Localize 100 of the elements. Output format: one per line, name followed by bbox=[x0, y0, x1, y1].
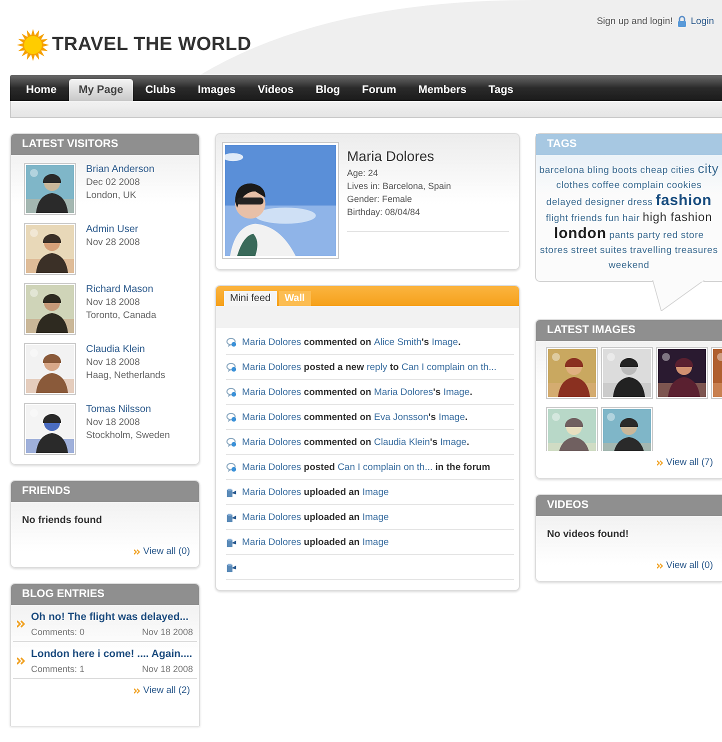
panel-title: TAGS bbox=[536, 134, 722, 155]
feed-link[interactable]: Maria Dolores bbox=[242, 436, 302, 448]
feed-link[interactable]: Maria Dolores bbox=[242, 536, 302, 548]
tag-link[interactable]: clothes bbox=[556, 180, 590, 191]
feed-link[interactable]: Maria Dolores bbox=[242, 336, 302, 348]
tag-link[interactable]: delayed bbox=[546, 197, 582, 208]
photo-upload-icon bbox=[226, 512, 237, 522]
nav-tab[interactable]: Members bbox=[408, 79, 477, 101]
tag-link[interactable]: red bbox=[663, 230, 678, 241]
feed-entry-text: Maria Dolores posted Can I complain on th... in the forum bbox=[242, 462, 490, 472]
lock-icon bbox=[676, 15, 687, 27]
tag-link[interactable]: city bbox=[698, 161, 719, 176]
blog-title-link[interactable]: London here i come! .... Again.... bbox=[31, 648, 193, 660]
chevron-icon bbox=[134, 688, 140, 694]
nav-tab[interactable]: My Page bbox=[68, 79, 134, 101]
feed-entry-text: Maria Dolores uploaded an Image bbox=[242, 486, 389, 498]
feed-entry-text: Maria Dolores posted a new reply to Can I complain on th... bbox=[242, 362, 497, 372]
comment-count: Comments: 1 bbox=[31, 664, 85, 674]
visitor-name-link[interactable]: Admin User bbox=[86, 224, 140, 235]
tag-link[interactable]: stores bbox=[540, 245, 568, 256]
nav-tab[interactable]: Videos bbox=[248, 79, 304, 101]
blog-title-link[interactable]: Oh no! The flight was delayed... bbox=[31, 611, 193, 623]
tag-link[interactable]: bling bbox=[587, 165, 610, 176]
tag-link[interactable]: coffee bbox=[592, 180, 620, 191]
feed-link[interactable]: Claudia Klein bbox=[374, 436, 430, 448]
nav-tab[interactable]: Clubs bbox=[135, 79, 186, 101]
tag-link[interactable]: hair bbox=[622, 213, 640, 224]
feed-link[interactable]: Image bbox=[362, 486, 389, 498]
feed-link[interactable]: reply bbox=[366, 362, 388, 372]
tag-link[interactable]: weekend bbox=[608, 260, 650, 271]
view-all-link[interactable]: View all (0) bbox=[134, 546, 190, 557]
tag-link[interactable]: cookies bbox=[666, 180, 702, 191]
visit-date: Dec 02 2008 bbox=[86, 177, 141, 188]
feed-link[interactable]: Image bbox=[362, 536, 389, 548]
feed-link[interactable]: Maria Dolores bbox=[242, 462, 302, 472]
visitor-name-link[interactable]: Brian Anderson bbox=[86, 164, 154, 175]
visitor-location: Stockholm, Sweden bbox=[86, 430, 170, 441]
tag-link[interactable]: barcelona bbox=[539, 165, 585, 176]
photo-upload-icon bbox=[226, 486, 237, 498]
profile-detail: Birthday: 08/04/84 bbox=[347, 206, 422, 219]
blog-date: Nov 18 2008 bbox=[142, 627, 193, 637]
visitor-name-link[interactable]: Tomas Nilsson bbox=[86, 404, 170, 415]
feed-link[interactable]: Image bbox=[438, 412, 465, 422]
tag-link[interactable]: fashion bbox=[656, 192, 712, 209]
nav-tab[interactable]: Images bbox=[188, 79, 246, 101]
feed-link[interactable]: Maria Dolores bbox=[242, 412, 302, 422]
tag-link[interactable]: dress bbox=[628, 197, 653, 208]
tag-link[interactable]: cheap bbox=[640, 165, 668, 176]
tag-link[interactable]: store bbox=[680, 230, 704, 241]
feed-link[interactable]: Image bbox=[443, 386, 470, 398]
comment-icon bbox=[226, 386, 237, 398]
tag-link[interactable]: fun bbox=[605, 213, 620, 224]
tag-link[interactable]: street bbox=[571, 245, 598, 256]
comment-icon bbox=[226, 412, 237, 422]
feed-link[interactable]: Can I complain on th... bbox=[338, 462, 433, 472]
tag-link[interactable]: suites bbox=[600, 245, 628, 256]
panel-title: LATEST VISITORS bbox=[11, 134, 199, 155]
tag-link[interactable]: london bbox=[554, 225, 606, 242]
tag-link[interactable]: friends bbox=[571, 213, 602, 224]
feed-link[interactable]: Image bbox=[432, 336, 458, 348]
feed-tab[interactable]: Mini feed bbox=[224, 291, 277, 306]
view-all-link[interactable]: View all (2) bbox=[134, 685, 190, 696]
feed-link[interactable]: Image bbox=[362, 512, 389, 522]
feed-link[interactable]: Eva Jonsson bbox=[374, 412, 428, 422]
feed-link[interactable]: Image bbox=[440, 436, 467, 448]
feed-link[interactable]: Maria Dolores bbox=[242, 362, 302, 372]
nav-tab[interactable]: Home bbox=[16, 79, 67, 101]
tag-link[interactable]: cities bbox=[670, 165, 695, 176]
login-link[interactable]: Login bbox=[690, 16, 714, 26]
visitor-name-link[interactable]: Richard Mason bbox=[86, 284, 156, 295]
tag-link[interactable]: treasures bbox=[674, 245, 718, 256]
tag-link[interactable]: boots bbox=[612, 165, 638, 176]
visit-date: Nov 18 2008 bbox=[86, 417, 141, 428]
view-all-link[interactable]: View all (7) bbox=[657, 457, 713, 468]
view-all-link[interactable]: View all (0) bbox=[657, 560, 713, 571]
feed-link[interactable]: Maria Dolores bbox=[242, 486, 302, 498]
feed-link[interactable]: Maria Dolores bbox=[242, 386, 302, 398]
photo-upload-icon bbox=[226, 536, 237, 548]
feed-link[interactable]: Alice Smith bbox=[374, 336, 422, 348]
site-logo-text: TRAVEL THE WORLD bbox=[52, 34, 252, 56]
tag-link[interactable]: high fashion bbox=[642, 210, 712, 224]
feed-link[interactable]: Maria Dolores bbox=[374, 386, 434, 398]
feed-entry-text: Maria Dolores uploaded an Image bbox=[242, 536, 389, 548]
tag-link[interactable]: travelling bbox=[630, 245, 672, 256]
tag-link[interactable]: complain bbox=[622, 180, 664, 191]
tag-link[interactable]: designer bbox=[585, 197, 625, 208]
tag-link[interactable]: flight bbox=[546, 213, 568, 224]
panel-title: LATEST IMAGES bbox=[536, 320, 722, 341]
nav-tab[interactable]: Blog bbox=[306, 79, 350, 101]
feed-entry-text: Maria Dolores commented on Claudia Klein's Image. bbox=[242, 436, 470, 448]
tag-link[interactable]: pants bbox=[609, 230, 634, 241]
nav-tab[interactable]: Forum bbox=[352, 79, 406, 101]
feed-link[interactable]: Maria Dolores bbox=[242, 512, 302, 522]
tag-link[interactable]: party bbox=[637, 230, 660, 241]
feed-link[interactable]: Can I complain on th... bbox=[401, 362, 497, 372]
chevron-icon bbox=[17, 657, 25, 665]
visitor-name-link[interactable]: Claudia Klein bbox=[86, 344, 166, 355]
feed-entry-text: Maria Dolores commented on Eva Jonsson's Image. bbox=[242, 412, 468, 422]
nav-tab[interactable]: Tags bbox=[478, 79, 524, 101]
panel-title: FRIENDS bbox=[11, 481, 199, 502]
